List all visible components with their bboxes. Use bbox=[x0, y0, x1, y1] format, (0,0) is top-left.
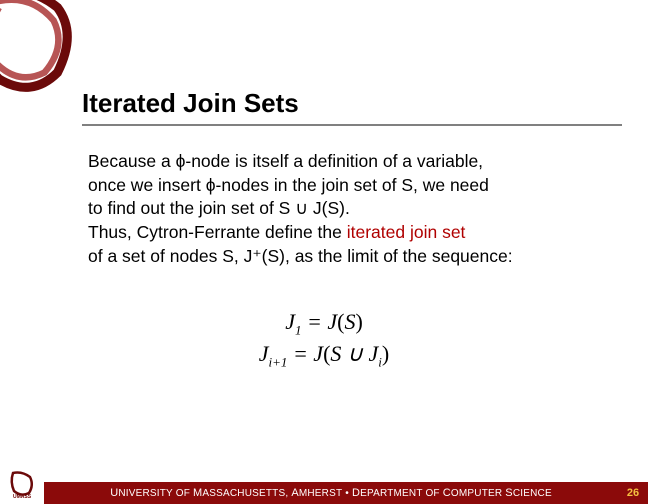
eq1-equals: = bbox=[301, 309, 327, 334]
title-underline bbox=[82, 124, 622, 126]
eq2-rp: ) bbox=[382, 341, 389, 366]
equation-2: Ji+1 = J(S ∪ Ji) bbox=[0, 341, 648, 370]
slide: Iterated Join Sets Because a ϕ-node is i… bbox=[0, 0, 648, 504]
line5: of a set of nodes S, J⁺(S), as the limit… bbox=[88, 246, 513, 266]
eq1-J: J bbox=[285, 309, 295, 334]
iterated-join-set-term: iterated join set bbox=[347, 222, 466, 242]
eq1-rp: ) bbox=[355, 309, 362, 334]
eq2-J: J bbox=[259, 341, 269, 366]
footer-sep: • bbox=[345, 488, 352, 499]
line2b: -nodes in the join set of S, we need bbox=[216, 175, 489, 195]
page-number: 26 bbox=[618, 487, 648, 499]
line1a: Because a bbox=[88, 151, 176, 171]
line3: to find out the join set of S ∪ J(S). bbox=[88, 198, 350, 218]
line4a: Thus, Cytron-Ferrante define the bbox=[88, 222, 347, 242]
eq1-arg: S bbox=[344, 309, 355, 334]
eq2-equals: = bbox=[287, 341, 313, 366]
phi-1: ϕ bbox=[176, 151, 186, 171]
footer-text: UNIVERSITY OF MASSACHUSETTS, AMHERST • D… bbox=[44, 487, 618, 499]
equation-1: J1 = J(S) bbox=[0, 309, 648, 338]
umass-logo-watermark bbox=[0, 0, 80, 100]
svg-text:UMASS: UMASS bbox=[13, 494, 32, 499]
phi-2: ϕ bbox=[206, 175, 216, 195]
body-text: Because a ϕ-node is itself a definition … bbox=[88, 150, 628, 268]
eq2-arg: S ∪ J bbox=[330, 341, 378, 366]
slide-title: Iterated Join Sets bbox=[82, 88, 299, 119]
umass-footer-logo: UMASS bbox=[0, 463, 44, 504]
eq2-Jr: J bbox=[313, 341, 323, 366]
line2a: once we insert bbox=[88, 175, 206, 195]
line1b: -node is itself a definition of a variab… bbox=[185, 151, 483, 171]
eq1-Jr: J bbox=[327, 309, 337, 334]
footer-bar: UMASS UNIVERSITY OF MASSACHUSETTS, AMHER… bbox=[0, 482, 648, 504]
equations: J1 = J(S) Ji+1 = J(S ∪ Ji) bbox=[0, 306, 648, 374]
eq2-sub: i+1 bbox=[269, 355, 288, 370]
